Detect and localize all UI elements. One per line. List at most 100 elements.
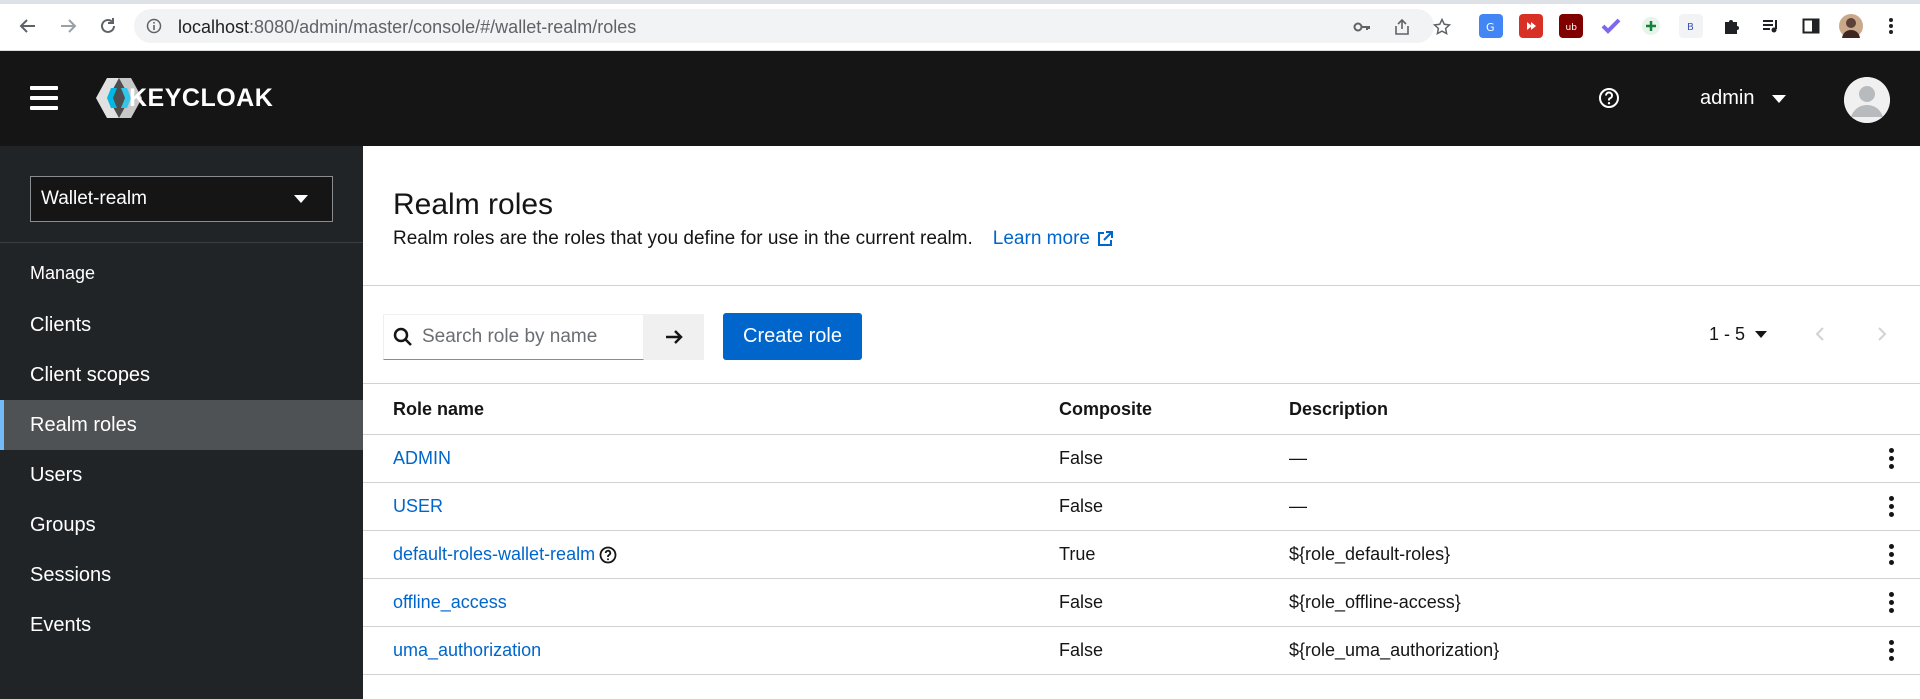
masthead: KEYCLOAK admin: [0, 51, 1920, 146]
media-extension-icon[interactable]: [1519, 14, 1543, 38]
svg-text:ub: ub: [1566, 23, 1578, 33]
pagination-next-button[interactable]: [1871, 324, 1891, 349]
checkmark-extension-icon[interactable]: [1599, 14, 1623, 38]
svg-text:G: G: [1486, 21, 1495, 33]
page-description: Realm roles are the roles that you defin…: [393, 228, 1114, 250]
pagination-prev-button[interactable]: [1811, 324, 1831, 349]
row-actions-kebab-icon[interactable]: [1881, 627, 1901, 674]
composite-cell: False: [1059, 448, 1104, 468]
sidebar-item-users[interactable]: Users: [0, 450, 363, 500]
url-host: localhost: [178, 17, 250, 37]
row-actions-kebab-icon[interactable]: [1881, 579, 1901, 626]
reload-button[interactable]: [94, 12, 122, 40]
url-text: localhost:8080/admin/master/console/#/wa…: [178, 17, 636, 38]
back-button[interactable]: [14, 12, 42, 40]
pagination-dropdown[interactable]: 1 - 5: [1709, 324, 1768, 345]
description-cell: ${role_offline-access}: [1289, 592, 1461, 612]
role-name-link[interactable]: uma_authorization: [393, 640, 541, 661]
role-name-cell: offline_access: [393, 579, 507, 626]
help-icon[interactable]: [1598, 87, 1622, 111]
sidebar-item-sessions[interactable]: Sessions: [0, 550, 363, 600]
side-panel-icon[interactable]: [1799, 14, 1823, 38]
table-row: offline_access False ${role_offline-acce…: [363, 579, 1920, 627]
translate-extension-icon[interactable]: G: [1479, 14, 1503, 38]
external-link-icon: [1097, 231, 1113, 246]
role-name-cell: USER: [393, 483, 443, 530]
role-name-link[interactable]: ADMIN: [393, 448, 451, 469]
logo-text: KEYCLOAK: [129, 83, 274, 112]
caret-down-icon: [294, 195, 308, 203]
roles-table: Role name Composite Description ADMIN Fa…: [363, 384, 1920, 675]
reload-icon: [101, 18, 115, 33]
table-header: Role name Composite Description: [363, 384, 1920, 435]
browser-toolbar: localhost:8080/admin/master/console/#/wa…: [0, 0, 1920, 51]
pagination-range: 1 - 5: [1709, 324, 1746, 344]
sidebar-item-events[interactable]: Events: [0, 600, 363, 650]
description-cell: —: [1289, 496, 1307, 516]
composite-cell: True: [1059, 544, 1096, 564]
row-actions-kebab-icon[interactable]: [1881, 531, 1901, 578]
column-header-composite: Composite: [1059, 398, 1153, 419]
arrow-right-icon: [666, 330, 683, 344]
caret-down-icon: [1772, 94, 1787, 103]
browser-menu-icon[interactable]: [1879, 14, 1903, 38]
share-icon[interactable]: [1392, 17, 1412, 37]
create-role-button[interactable]: Create role: [723, 313, 862, 360]
page-title: Realm roles: [393, 188, 554, 221]
user-avatar-icon: [1844, 77, 1890, 123]
svg-text:B: B: [1687, 22, 1694, 33]
realm-selector-value: Wallet-realm: [41, 188, 147, 209]
composite-cell: False: [1059, 592, 1104, 612]
table-toolbar: Create role 1 - 5: [363, 286, 1920, 384]
profile-avatar-icon[interactable]: [1839, 14, 1863, 38]
description-cell: ${role_uma_authorization}: [1289, 640, 1500, 660]
learn-more-label: Learn more: [992, 228, 1090, 249]
role-name-link[interactable]: USER: [393, 496, 443, 517]
composite-cell: False: [1059, 496, 1104, 516]
ublock-extension-icon[interactable]: ub: [1559, 14, 1583, 38]
sidebar-item-client-scopes[interactable]: Client scopes: [0, 350, 363, 400]
realm-selector[interactable]: Wallet-realm: [30, 176, 333, 222]
avatar[interactable]: [1844, 77, 1890, 123]
site-info-icon[interactable]: [146, 18, 162, 34]
row-actions-kebab-icon[interactable]: [1881, 483, 1901, 530]
role-name-cell: default-roles-wallet-realm: [393, 531, 617, 578]
row-actions-kebab-icon[interactable]: [1881, 435, 1901, 482]
column-header-description: Description: [1289, 398, 1389, 419]
address-bar[interactable]: localhost:8080/admin/master/console/#/wa…: [134, 9, 1451, 43]
media-queue-icon[interactable]: [1759, 14, 1783, 38]
sidebar: Wallet-realm Manage Clients Client scope…: [0, 146, 363, 699]
role-name-cell: ADMIN: [393, 435, 451, 482]
hamburger-menu-icon[interactable]: [30, 86, 58, 110]
sidebar-divider: [0, 242, 363, 243]
chevron-right-icon: [1878, 327, 1887, 341]
search-box: [383, 314, 644, 360]
search-icon: [393, 327, 412, 346]
help-icon[interactable]: [599, 546, 617, 564]
plus-extension-icon[interactable]: [1639, 14, 1663, 38]
user-dropdown[interactable]: admin: [1700, 87, 1787, 110]
bookmark-star-icon[interactable]: [1432, 17, 1452, 37]
sidebar-item-realm-roles[interactable]: Realm roles: [0, 400, 363, 450]
description-cell: ${role_default-roles}: [1289, 544, 1451, 564]
forward-arrow-icon: [61, 19, 77, 33]
search-submit-button[interactable]: [644, 314, 704, 360]
sidebar-item-clients[interactable]: Clients: [0, 300, 363, 350]
password-key-icon[interactable]: [1352, 17, 1372, 37]
keycloak-logo[interactable]: KEYCLOAK: [95, 76, 273, 120]
sidebar-section-title: Manage: [30, 263, 96, 283]
learn-more-link[interactable]: Learn more: [993, 228, 1114, 250]
role-name-cell: uma_authorization: [393, 627, 541, 674]
forward-button[interactable]: [54, 12, 82, 40]
composite-cell: False: [1059, 640, 1104, 660]
sidebar-item-groups[interactable]: Groups: [0, 500, 363, 550]
role-name-link[interactable]: default-roles-wallet-realm: [393, 544, 595, 565]
chevron-left-icon: [1815, 327, 1824, 341]
extensions-puzzle-icon[interactable]: [1719, 14, 1743, 38]
b-extension-icon[interactable]: B: [1679, 14, 1703, 38]
search-input[interactable]: [422, 326, 632, 348]
table-row: default-roles-wallet-realm True ${role_d…: [363, 531, 1920, 579]
table-row: USER False —: [363, 483, 1920, 531]
table-row: uma_authorization False ${role_uma_autho…: [363, 627, 1920, 675]
role-name-link[interactable]: offline_access: [393, 592, 507, 613]
